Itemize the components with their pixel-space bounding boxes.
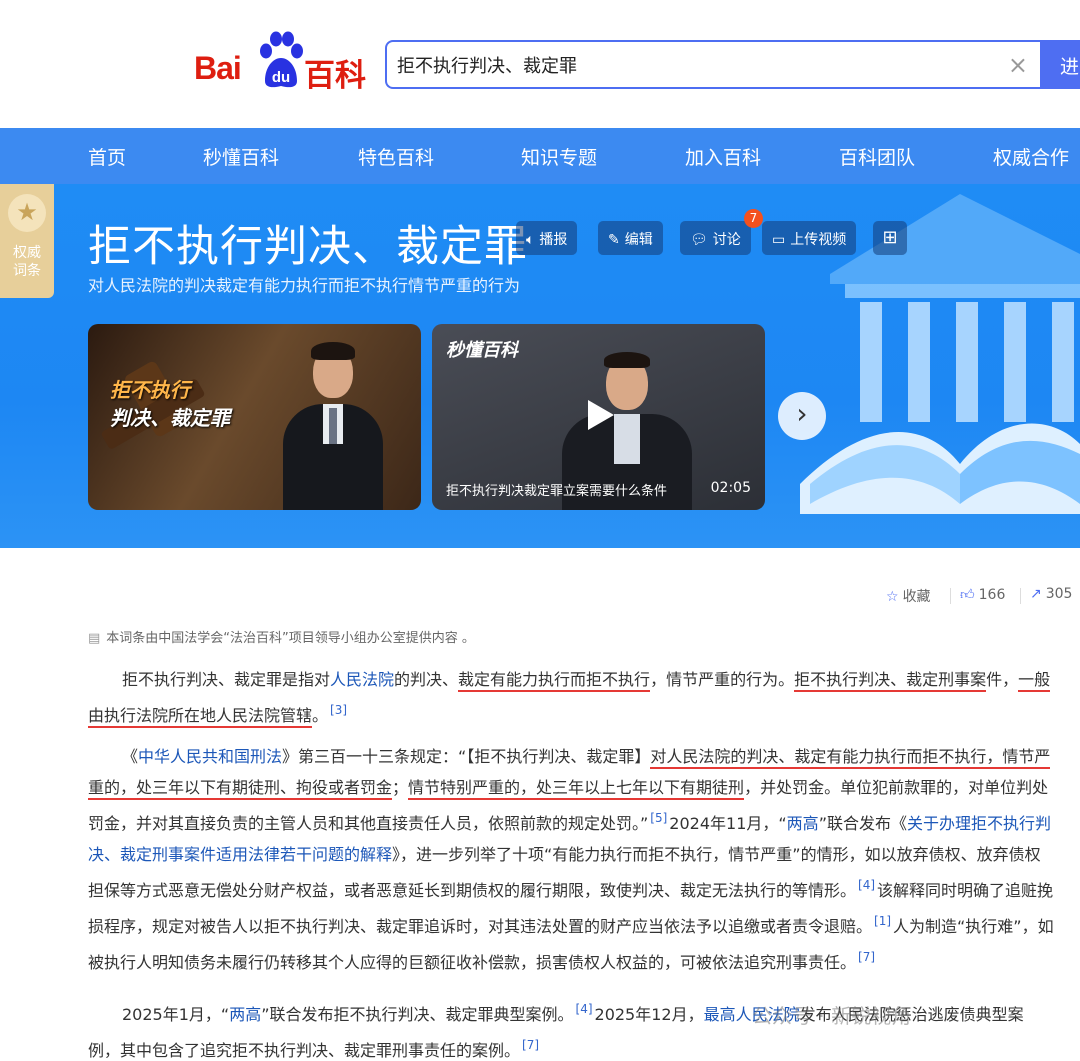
search-button[interactable]: 进 (1040, 40, 1080, 89)
highlight: 裁定有能力执行而拒不执行 (458, 670, 651, 692)
logo-text-du: du (272, 69, 290, 86)
pencil-icon: ✎ (608, 232, 620, 248)
text: ”联合发布拒不执行判决、裁定罪典型案例。 (261, 1005, 574, 1024)
logo-text-baike: 百科 (304, 58, 366, 94)
reference-link[interactable]: [3] (330, 703, 347, 717)
broadcast-label: 播报 (539, 232, 568, 248)
nav-item-special[interactable]: 特色百科 (358, 143, 434, 170)
badge-label: 权威词条 (13, 245, 41, 279)
discuss-button[interactable]: 💬︎ 讨论 (680, 221, 751, 255)
text: 2025年12月， (594, 1005, 704, 1024)
thumbs-up-icon: 👍︎ (960, 587, 975, 603)
chevron-right-icon[interactable]: › (778, 392, 826, 440)
search-input[interactable] (397, 52, 957, 78)
authority-badge: ★ 权威词条 (0, 184, 54, 298)
speaker-icon: 🔈︎ (526, 232, 535, 248)
source-text: 本词条由中国法学会“法治百科”项目领导小组办公室提供内容 。 (106, 631, 475, 646)
clear-icon[interactable]: × (1008, 52, 1028, 78)
nav-item-miaodong[interactable]: 秒懂百科 (203, 143, 279, 170)
text: 》第三百一十三条规定：“【拒不执行判决、裁定罪】 (282, 747, 651, 766)
video-camera-icon: ▭ (772, 232, 786, 248)
edit-button[interactable]: ✎ 编辑 (598, 221, 663, 255)
divider (950, 588, 951, 604)
nav-item-topics[interactable]: 知识专题 (521, 143, 597, 170)
discuss-label: 讨论 (712, 232, 741, 248)
plus-icon: ⊞ (882, 227, 898, 248)
text: 《 (122, 747, 139, 766)
upload-video-label: 上传视频 (790, 232, 847, 248)
reference-link[interactable]: [4] (858, 878, 875, 892)
upload-video-button[interactable]: ▭ 上传视频 (762, 221, 857, 255)
broadcast-button[interactable]: 🔈︎ 播报 (516, 221, 578, 255)
text: 2025年1月，“ (122, 1005, 230, 1024)
text: ”联合发布《 (818, 814, 907, 833)
wechat-watermark: 公众号 · 新锐视角 (752, 1004, 912, 1028)
main-nav: 首页 秒懂百科 特色百科 知识专题 加入百科 百科团队 权威合作 (0, 128, 1080, 184)
divider (1020, 588, 1021, 604)
document-icon: ▤ (88, 631, 101, 646)
link-two-highs[interactable]: 两高 (229, 1005, 261, 1024)
video-title: 拒不执行判决裁定罪立案需要什么条件 (446, 484, 668, 499)
video-card-1[interactable]: 拒不执行 判决、裁定罪 (88, 324, 421, 510)
paragraph-1: 拒不执行判决、裁定罪是指对人民法院的判决、裁定有能力执行而拒不执行，情节严重的行… (88, 664, 1054, 731)
chat-icon: 💬︎ (690, 232, 708, 248)
like-count: 166 (978, 587, 1006, 603)
text: 的判决、 (394, 670, 459, 689)
miaodong-brand: 秒懂百科 (446, 340, 518, 361)
paragraph-2: 《中华人民共和国刑法》第三百一十三条规定：“【拒不执行判决、裁定罪】对人民法院的… (88, 741, 1054, 978)
entry-title: 拒不执行判决、裁定罪 (88, 222, 528, 272)
star-icon: ★ (8, 194, 46, 232)
highlight: 拒不执行判决、裁定刑事案 (794, 670, 987, 692)
entry-banner: ★ 权威词条 拒不执行判决、裁定罪 🔈︎ 播报 ✎ 编辑 💬︎ 讨论 7 ▭ 上传视频 … (0, 184, 1080, 548)
share-icon: ↗ (1030, 586, 1042, 602)
share-button[interactable]: ↗ 305 (1030, 586, 1072, 602)
share-count: 305 (1045, 586, 1073, 602)
header: Bai du 百科 × 进 (0, 0, 1080, 128)
video-card-2[interactable]: 秒懂百科 拒不执行判决裁定罪立案需要什么条件 02:05 (432, 324, 765, 510)
link-two-highs[interactable]: 两高 (787, 814, 819, 833)
add-button[interactable]: ⊞ (873, 221, 907, 255)
video-duration: 02:05 (710, 480, 751, 496)
card1-line1: 拒不执行 (110, 378, 190, 402)
like-button[interactable]: 👍︎ 166 (960, 586, 1005, 603)
paw-icon: du (260, 31, 303, 88)
entry-summary: 对人民法院的判决裁定有能力执行而拒不执行情节严重的行为 (88, 276, 521, 295)
nav-item-home[interactable]: 首页 (88, 143, 126, 170)
card1-caption: 拒不执行 判决、裁定罪 (110, 376, 230, 432)
reference-link[interactable]: [5] (650, 811, 667, 825)
reference-link[interactable]: [1] (874, 914, 891, 928)
link-people-court[interactable]: 人民法院 (330, 670, 394, 689)
play-icon[interactable] (582, 398, 616, 432)
nav-item-team[interactable]: 百科团队 (839, 143, 915, 170)
reference-link[interactable]: [7] (522, 1038, 539, 1052)
nav-item-cooperation[interactable]: 权威合作 (993, 143, 1069, 170)
favorite-label: 收藏 (902, 589, 931, 605)
highlight: 情节特别严重的，处三年以上七年以下有期徒刑 (408, 778, 745, 800)
nav-item-join[interactable]: 加入百科 (685, 143, 761, 170)
search-box[interactable]: × (385, 40, 1040, 89)
logo-text-bai: Bai (194, 50, 242, 86)
text: ，情节严重的行为。 (650, 670, 795, 689)
star-outline-icon: ☆ (886, 589, 899, 605)
text: 2024年11月，“ (669, 814, 787, 833)
card1-line2: 判决、裁定罪 (110, 406, 230, 430)
reference-link[interactable]: [7] (858, 950, 875, 964)
favorite-button[interactable]: ☆ 收藏 (886, 586, 931, 606)
content-source-note: ▤ 本词条由中国法学会“法治百科”项目领导小组办公室提供内容 。 (88, 627, 475, 646)
highlight: 对人民法院的判决、裁定有能力执行而拒不执 (650, 747, 971, 769)
edit-label: 编辑 (624, 232, 653, 248)
link-criminal-law[interactable]: 中华人民共和国刑法 (138, 747, 282, 766)
text: 拒不执行判决、裁定罪是指对 (122, 670, 331, 689)
baidu-baike-logo[interactable]: Bai du 百科 (194, 30, 370, 94)
text: 。 (312, 706, 329, 725)
discuss-count-badge: 7 (744, 209, 763, 228)
highlight: 处三年以下有期徒刑、拘役或者罚金 (136, 778, 393, 800)
text: ； (392, 778, 409, 797)
reference-link[interactable]: [4] (576, 1002, 593, 1016)
text: 件， (986, 670, 1019, 689)
